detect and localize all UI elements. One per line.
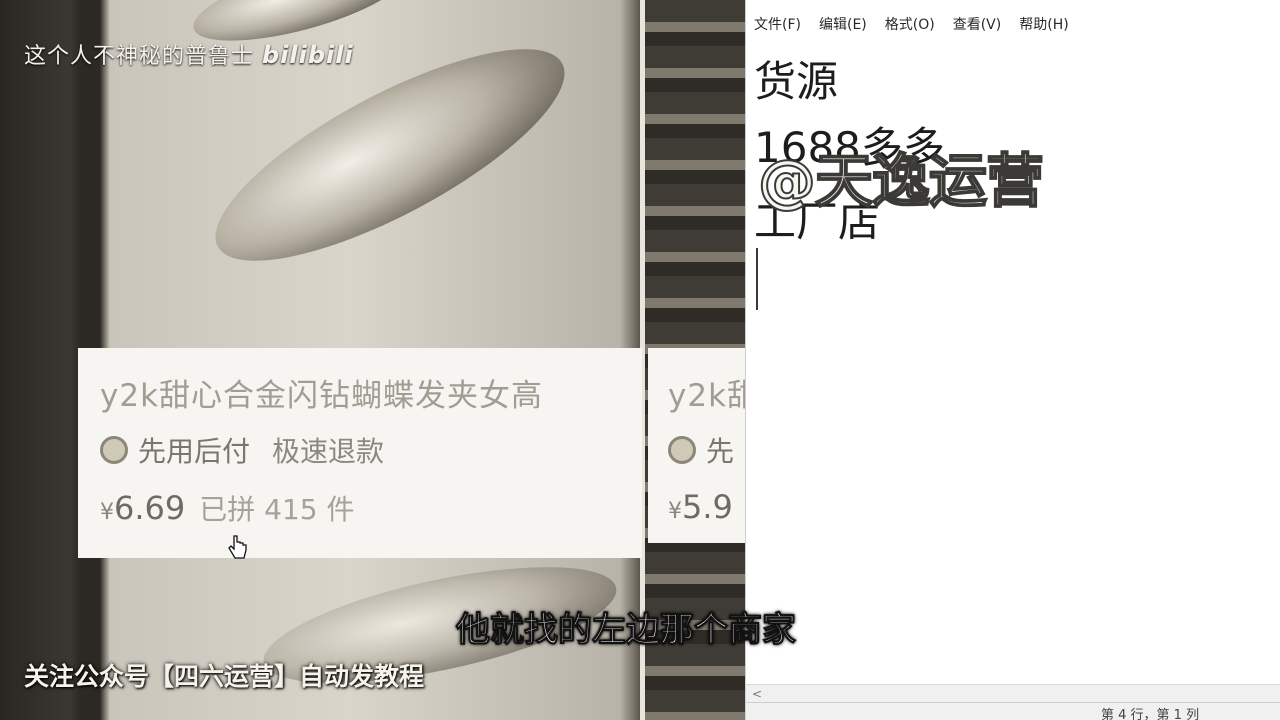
pay-later-badge-icon-2	[668, 436, 696, 464]
currency-symbol-2: ¥	[668, 499, 682, 524]
fast-refund-label: 极速退款	[272, 435, 385, 468]
horizontal-scrollbar[interactable]: <	[746, 684, 1280, 702]
product-price-row: ¥ 6.69 已拼 415 件	[100, 488, 355, 528]
scroll-left-arrow-icon[interactable]: <	[752, 687, 762, 701]
menu-help[interactable]: 帮助(H)	[1019, 14, 1068, 34]
product-services: 先用后付 极速退款	[100, 430, 384, 470]
text-line-1: 货源	[754, 57, 839, 106]
channel-handle-overlay: @天逸运营	[757, 146, 1045, 216]
product-services-2: 先	[668, 430, 745, 470]
product-card[interactable]: y2k甜心合金闪钻蝴蝶发夹女高 先用后付 极速退款 ¥ 6.69 已拼 415 …	[78, 348, 642, 558]
currency-symbol: ¥	[100, 500, 114, 525]
bilibili-logo: bilibili	[262, 41, 354, 69]
menu-view[interactable]: 查看(V)	[953, 14, 1002, 34]
pay-later-label-2: 先	[706, 435, 735, 468]
notepad-statusbar: 第 4 行，第 1 列	[746, 702, 1280, 720]
notepad-window: 文件(F) 编辑(E) 格式(O) 查看(V) 帮助(H) 货源 1688多多 …	[745, 0, 1280, 720]
text-caret	[756, 248, 758, 310]
product-price-row-2: ¥ 5.9	[668, 488, 745, 526]
notepad-text-area[interactable]: 货源 1688多多 工厂店 @天逸运营	[746, 40, 1280, 680]
video-subtitle: 他就找的左边那个商家	[456, 610, 797, 651]
product-price-2: 5.9	[682, 488, 733, 526]
menu-file[interactable]: 文件(F)	[754, 14, 801, 34]
product-price: 6.69	[114, 489, 186, 527]
cursor-position-status: 第 4 行，第 1 列	[1101, 708, 1200, 720]
hand-cursor-icon	[228, 535, 247, 559]
sold-count: 已拼 415 件	[199, 493, 355, 526]
pay-later-label: 先用后付	[138, 435, 251, 468]
product-title-2[interactable]: y2k甜	[668, 370, 745, 415]
pay-later-badge-icon	[100, 436, 128, 464]
product-title[interactable]: y2k甜心合金闪钻蝴蝶发夹女高	[100, 370, 543, 415]
bottom-watermark: 关注公众号【四六运营】自动发教程	[24, 662, 425, 691]
menu-format[interactable]: 格式(O)	[885, 14, 935, 34]
uploader-name: 这个人不神秘的普鲁士	[24, 44, 255, 69]
menu-edit[interactable]: 编辑(E)	[819, 14, 867, 34]
product-card-2[interactable]: y2k甜 先 ¥ 5.9	[648, 348, 745, 543]
uploader-watermark: 这个人不神秘的普鲁士 bilibili	[24, 38, 354, 70]
notepad-menubar: 文件(F) 编辑(E) 格式(O) 查看(V) 帮助(H)	[746, 0, 1280, 40]
